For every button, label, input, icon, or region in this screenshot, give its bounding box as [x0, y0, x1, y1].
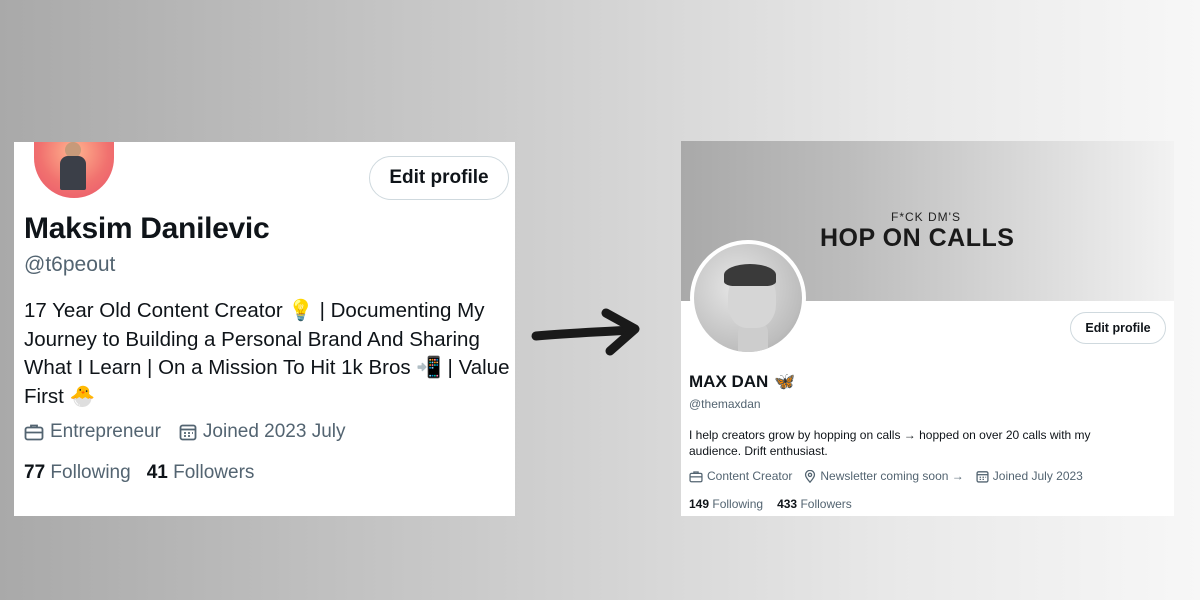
profile-name: Maksim Danilevic — [24, 212, 270, 245]
joined-label: Joined July 2023 — [992, 469, 1083, 483]
profile-bio: 17 Year Old Content Creator 💡 | Document… — [24, 299, 510, 408]
banner-subtitle: F*CK DM'S — [891, 210, 961, 224]
profile-meta: Content Creator Newsletter coming soon →… — [689, 469, 1083, 483]
briefcase-icon — [689, 470, 703, 482]
calendar-icon — [976, 470, 989, 483]
category-label: Entrepreneur — [50, 421, 161, 442]
profile-bio: I help creators grow by hopping on calls… — [689, 428, 1091, 458]
calendar-icon — [179, 424, 197, 441]
banner-title: HOP ON CALLS — [820, 224, 1015, 252]
avatar[interactable] — [34, 142, 114, 198]
following-count: 77 — [24, 462, 46, 483]
profile-card-after: F*CK DM'S HOP ON CALLS Edit profile MAX … — [681, 141, 1174, 516]
profile-name: MAX DAN — [689, 372, 769, 391]
arrow-icon — [531, 308, 640, 356]
category-item: Content Creator — [689, 469, 792, 483]
profile-card-before: Edit profile Maksim Danilevic @t6peout 1… — [14, 142, 515, 516]
profile-name-row: MAX DAN 🦋 — [689, 372, 796, 392]
location-item: Newsletter coming soon → — [804, 469, 964, 483]
category-label: Content Creator — [707, 469, 793, 483]
followers-label: Followers — [173, 462, 255, 483]
following-label: Following — [50, 462, 131, 483]
edit-profile-button[interactable]: Edit profile — [369, 156, 509, 200]
briefcase-icon — [24, 424, 44, 441]
followers-count: 433 — [777, 497, 798, 511]
joined-item: Joined 2023 July — [179, 421, 346, 443]
profile-stats: 149 Following 433 Followers — [689, 497, 852, 511]
following-link[interactable]: 77 Following — [24, 462, 131, 484]
joined-label: Joined 2023 July — [202, 421, 346, 442]
followers-count: 41 — [146, 462, 168, 483]
edit-profile-button[interactable]: Edit profile — [1070, 312, 1166, 344]
following-link[interactable]: 149 Following — [689, 497, 763, 511]
followers-link[interactable]: 433 Followers — [777, 497, 852, 511]
profile-handle: @themaxdan — [689, 397, 761, 411]
followers-label: Followers — [800, 497, 852, 511]
location-label[interactable]: Newsletter coming soon → — [820, 469, 963, 483]
avatar-hair — [724, 264, 776, 286]
butterfly-icon: 🦋 — [774, 372, 796, 391]
following-count: 149 — [689, 497, 710, 511]
location-pin-icon — [805, 469, 816, 483]
joined-item: Joined July 2023 — [976, 469, 1083, 483]
profile-handle: @t6peout — [24, 253, 116, 276]
following-label: Following — [712, 497, 764, 511]
category-item: Entrepreneur — [24, 421, 161, 443]
followers-link[interactable]: 41 Followers — [147, 462, 255, 484]
avatar[interactable] — [690, 240, 806, 356]
avatar-body — [60, 156, 86, 190]
profile-stats: 77 Following 41 Followers — [24, 462, 254, 484]
profile-meta: Entrepreneur Joined 2023 July — [24, 421, 346, 443]
